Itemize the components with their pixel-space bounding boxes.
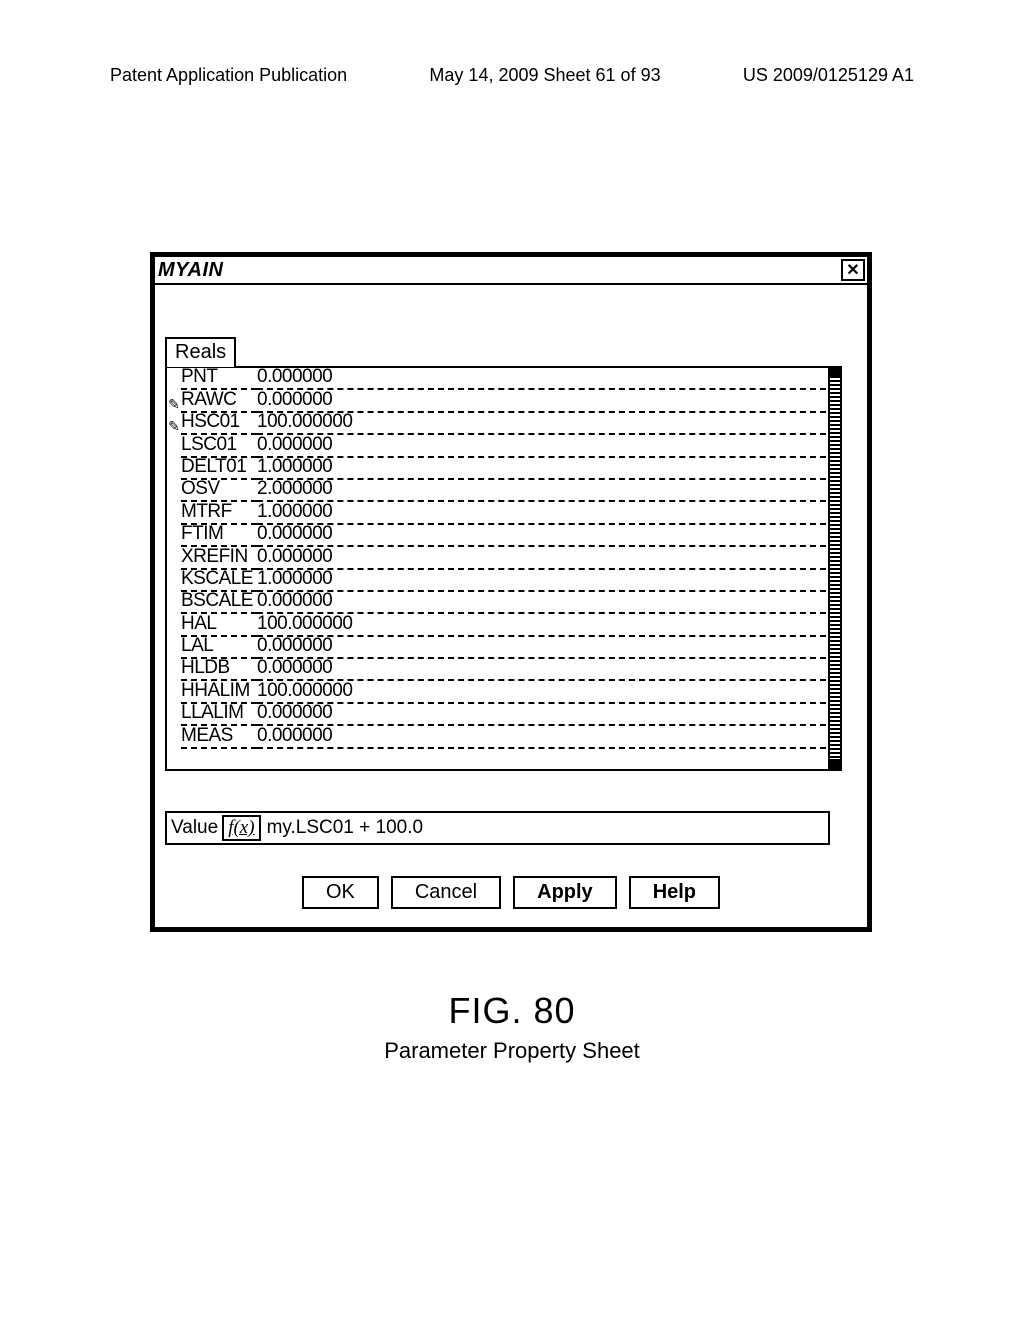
param-value: 0.000000	[257, 434, 826, 458]
table-row[interactable]: HAL100.000000	[167, 614, 826, 636]
param-name: MTRF	[181, 501, 257, 525]
tab-reals[interactable]: Reals	[165, 337, 236, 367]
table-row[interactable]: ✎HSC01100.000000	[167, 413, 826, 435]
param-name: HAL	[181, 613, 257, 637]
window-title: MYAIN	[158, 259, 223, 282]
header-mid: May 14, 2009 Sheet 61 of 93	[429, 65, 660, 86]
param-name: LSC01	[181, 434, 257, 458]
page-header: Patent Application Publication May 14, 2…	[0, 65, 1024, 86]
reals-list: PNT0.000000✎RAWC0.000000✎HSC01100.000000…	[165, 366, 842, 771]
table-row[interactable]: FTIM0.000000	[167, 525, 826, 547]
value-label: Value	[167, 817, 222, 839]
table-row[interactable]: HHALIM100.000000	[167, 681, 826, 703]
pencil-icon: ✎	[167, 396, 181, 413]
table-row[interactable]: PNT0.000000	[167, 368, 826, 390]
table-row[interactable]: BSCALE0.000000	[167, 592, 826, 614]
table-row[interactable]: MEAS0.000000	[167, 726, 826, 748]
table-row[interactable]: LAL0.000000	[167, 637, 826, 659]
figure-number: FIG. 80	[0, 990, 1024, 1032]
param-value: 0.000000	[257, 546, 826, 570]
table-row[interactable]: HLDB0.000000	[167, 659, 826, 681]
param-name: HHALIM	[181, 680, 257, 704]
param-value: 1.000000	[257, 568, 826, 592]
param-value: 0.000000	[257, 389, 826, 413]
param-value: 0.000000	[257, 366, 826, 390]
param-value: 2.000000	[257, 478, 826, 502]
param-value: 0.000000	[257, 635, 826, 659]
param-value: 100.000000	[257, 411, 826, 435]
param-value: 1.000000	[257, 456, 826, 480]
param-value: 0.000000	[257, 523, 826, 547]
param-name: DELT01	[181, 456, 257, 480]
param-name: LAL	[181, 635, 257, 659]
table-row[interactable]: XREFIN0.000000	[167, 547, 826, 569]
value-field[interactable]: Value f(x) my.LSC01 + 100.0	[165, 811, 830, 845]
help-button[interactable]: Help	[629, 876, 720, 909]
scrollbar[interactable]	[828, 368, 840, 769]
param-value: 0.000000	[257, 702, 826, 726]
dialog-window: MYAIN ✕ Reals PNT0.000000✎RAWC0.000000✎H…	[150, 252, 872, 932]
param-name: RAWC	[181, 389, 257, 413]
header-left: Patent Application Publication	[110, 65, 347, 86]
param-name: MEAS	[181, 725, 257, 749]
button-row: OK Cancel Apply Help	[155, 876, 867, 909]
cancel-button[interactable]: Cancel	[391, 876, 501, 909]
table-row[interactable]: OSV2.000000	[167, 480, 826, 502]
table-row[interactable]: MTRF1.000000	[167, 502, 826, 524]
param-name: FTIM	[181, 523, 257, 547]
param-name: XREFIN	[181, 546, 257, 570]
value-expression: my.LSC01 + 100.0	[267, 817, 424, 839]
table-row[interactable]: KSCALE1.000000	[167, 570, 826, 592]
figure-caption: Parameter Property Sheet	[0, 1038, 1024, 1064]
fx-button[interactable]: f(x)	[222, 815, 260, 841]
param-value: 0.000000	[257, 725, 826, 749]
table-row[interactable]: LLALIM0.000000	[167, 704, 826, 726]
param-name: HSC01	[181, 411, 257, 435]
pencil-icon: ✎	[167, 418, 181, 435]
close-button[interactable]: ✕	[841, 259, 865, 281]
apply-button[interactable]: Apply	[513, 876, 617, 909]
param-name: KSCALE	[181, 568, 257, 592]
header-right: US 2009/0125129 A1	[743, 65, 914, 86]
param-name: BSCALE	[181, 590, 257, 614]
param-value: 100.000000	[257, 680, 826, 704]
param-name: OSV	[181, 478, 257, 502]
param-value: 1.000000	[257, 501, 826, 525]
table-row[interactable]: LSC010.000000	[167, 435, 826, 457]
param-value: 100.000000	[257, 613, 826, 637]
table-row[interactable]: ✎RAWC0.000000	[167, 390, 826, 412]
figure-caption-block: FIG. 80 Parameter Property Sheet	[0, 990, 1024, 1064]
param-name: PNT	[181, 366, 257, 390]
param-name: HLDB	[181, 657, 257, 681]
titlebar: MYAIN ✕	[155, 257, 867, 285]
param-value: 0.000000	[257, 590, 826, 614]
param-value: 0.000000	[257, 657, 826, 681]
table-row[interactable]: DELT011.000000	[167, 458, 826, 480]
ok-button[interactable]: OK	[302, 876, 379, 909]
param-name: LLALIM	[181, 702, 257, 726]
